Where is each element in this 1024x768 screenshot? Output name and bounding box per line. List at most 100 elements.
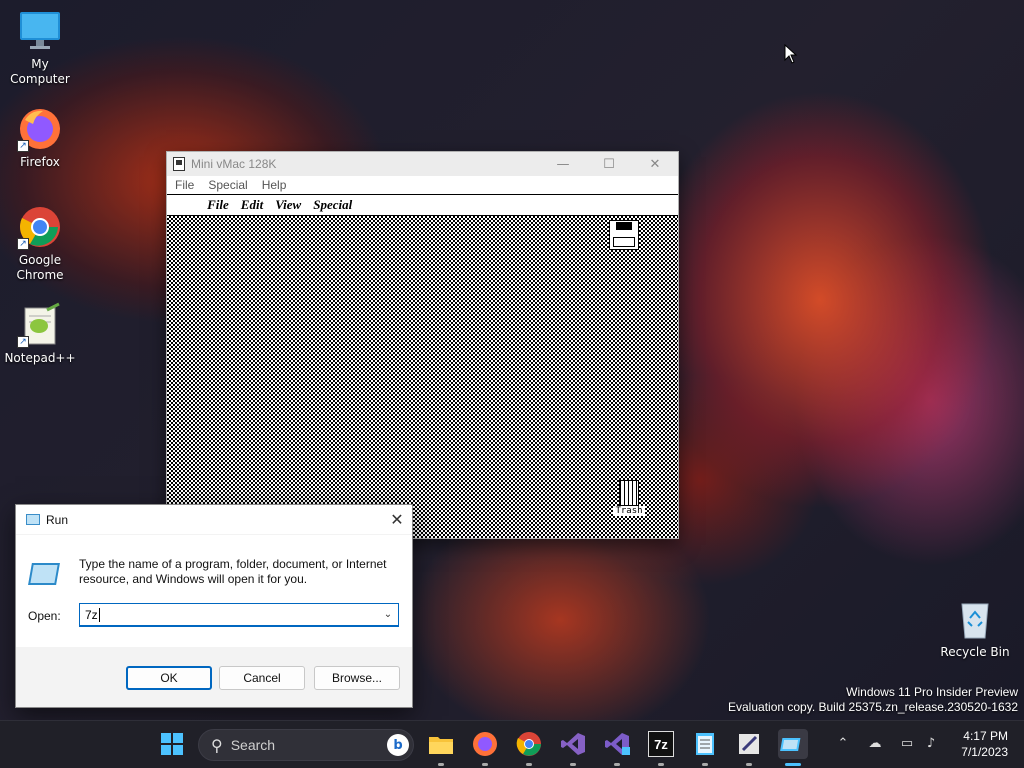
open-label: Open: xyxy=(28,609,61,623)
mac-menu-edit[interactable]: Edit xyxy=(241,197,263,213)
firefox-icon: ↗ xyxy=(17,106,63,152)
start-button[interactable] xyxy=(159,731,185,757)
mac-os-menubar:  File Edit View Special xyxy=(167,194,678,216)
visual-studio-icon xyxy=(605,733,630,755)
maximize-button[interactable]: ☐ xyxy=(586,152,632,176)
running-indicator xyxy=(614,763,620,766)
mini-vmac-menubar: File Special Help xyxy=(167,176,678,194)
mouse-cursor-icon xyxy=(784,43,798,68)
taskbar-firefox[interactable] xyxy=(472,731,498,757)
running-indicator xyxy=(658,763,664,766)
run-titlebar[interactable]: Run ✕ xyxy=(16,505,412,535)
visual-studio-icon xyxy=(561,733,585,755)
running-indicator xyxy=(526,763,532,766)
menu-file[interactable]: File xyxy=(175,178,194,192)
trash-icon[interactable]: Trash xyxy=(613,480,645,516)
taskbar-chrome[interactable] xyxy=(516,731,542,757)
notepad-icon xyxy=(696,733,714,755)
windows-logo-icon xyxy=(161,733,183,755)
search-icon: ⚲ xyxy=(211,735,223,755)
desktop-icon-firefox[interactable]: ↗ Firefox xyxy=(0,106,80,170)
close-button[interactable]: ✕ xyxy=(632,152,678,176)
bing-icon[interactable]: b xyxy=(387,734,409,756)
mini-vmac-window[interactable]: Mini vMac 128K — ☐ ✕ File Special Help … xyxy=(166,151,679,539)
mac-menu-view[interactable]: View xyxy=(275,197,301,213)
watermark-line-1: Windows 11 Pro Insider Preview xyxy=(846,685,1018,699)
desktop: My Computer ↗ Firefox ↗ Google Chrome ↗ … xyxy=(0,0,1024,720)
shortcut-arrow-icon: ↗ xyxy=(17,336,29,348)
floppy-disk-icon[interactable] xyxy=(609,220,639,262)
shortcut-arrow-icon: ↗ xyxy=(17,140,29,152)
desktop-icon-recycle-bin[interactable]: Recycle Bin xyxy=(935,596,1015,660)
volume-icon[interactable]: ♪ xyxy=(922,735,940,753)
clock-time: 4:17 PM xyxy=(963,729,1008,743)
desktop-icon-label: Notepad++ xyxy=(4,351,76,365)
mini-vmac-titlebar[interactable]: Mini vMac 128K — ☐ ✕ xyxy=(167,152,678,176)
taskbar-search-box[interactable]: ⚲ Search b xyxy=(198,729,414,761)
taskbar-file-explorer[interactable] xyxy=(428,731,454,757)
desktop-icon-label: Firefox xyxy=(20,155,60,169)
desktop-icon-notepadpp[interactable]: ↗ Notepad++ xyxy=(0,302,80,366)
run-program-icon xyxy=(28,563,60,585)
search-placeholder: Search xyxy=(230,737,276,753)
chrome-icon xyxy=(516,732,541,756)
open-combobox[interactable]: 7z ⌄ xyxy=(79,603,399,627)
taskbar-notepad[interactable] xyxy=(692,731,718,757)
text-caret xyxy=(98,607,100,622)
taskbar-clock[interactable]: 4:17 PM 7/1/2023 xyxy=(961,728,1008,760)
chevron-up-icon[interactable]: ⌃ xyxy=(834,735,852,753)
mini-vmac-app-icon xyxy=(173,157,185,171)
desktop-icon-label: Google Chrome xyxy=(16,253,64,282)
mac-desktop-screen[interactable]: Trash xyxy=(167,216,678,538)
running-indicator xyxy=(438,763,444,766)
shortcut-arrow-icon: ↗ xyxy=(17,238,29,250)
desktop-icon-my-computer[interactable]: My Computer xyxy=(0,8,80,87)
mac-menu-file[interactable]: File xyxy=(207,197,229,213)
pen-editor-icon xyxy=(739,734,759,754)
taskbar-editor[interactable] xyxy=(736,731,762,757)
firefox-icon xyxy=(473,732,497,756)
run-close-button[interactable]: ✕ xyxy=(382,505,412,535)
active-indicator xyxy=(785,763,801,766)
chevron-down-icon[interactable]: ⌄ xyxy=(378,609,398,620)
running-indicator xyxy=(570,763,576,766)
monitor-icon xyxy=(17,8,63,54)
running-indicator xyxy=(482,763,488,766)
run-title: Run xyxy=(46,512,69,527)
running-indicator xyxy=(702,763,708,766)
taskbar-visual-studio[interactable] xyxy=(560,731,586,757)
mac-menu-special[interactable]: Special xyxy=(313,197,352,213)
watermark-line-2: Evaluation copy. Build 25375.zn_release.… xyxy=(728,700,1018,714)
run-description: Type the name of a program, folder, docu… xyxy=(79,557,387,586)
windows-watermark: Windows 11 Pro Insider Preview Evaluatio… xyxy=(728,685,1018,715)
run-window-icon xyxy=(780,738,801,751)
browse-button[interactable]: Browse... xyxy=(314,666,400,690)
desktop-icon-chrome[interactable]: ↗ Google Chrome xyxy=(0,204,80,283)
run-dialog[interactable]: Run ✕ Type the name of a program, folder… xyxy=(15,504,413,708)
chrome-icon: ↗ xyxy=(17,204,63,250)
recycle-bin-icon xyxy=(952,596,998,642)
minimize-button[interactable]: — xyxy=(540,152,586,176)
run-body: Type the name of a program, folder, docu… xyxy=(16,535,412,647)
open-input-value[interactable]: 7z xyxy=(80,608,98,622)
taskbar-mini-vmac-active[interactable] xyxy=(778,729,808,759)
mini-vmac-title: Mini vMac 128K xyxy=(191,157,277,171)
apple-menu-icon[interactable]:  xyxy=(185,197,195,213)
taskbar-7zip[interactable]: 7z xyxy=(648,731,674,757)
cancel-button[interactable]: Cancel xyxy=(219,666,305,690)
notepadpp-icon: ↗ xyxy=(17,302,63,348)
menu-special[interactable]: Special xyxy=(208,178,247,192)
network-offline-icon[interactable]: ☁ xyxy=(866,735,884,753)
running-indicator xyxy=(746,763,752,766)
taskbar: ⚲ Search b 7z ⌃ ☁ ▭ ♪ 4:17 PM 7/1/2023 xyxy=(0,720,1024,768)
trash-label: Trash xyxy=(613,506,645,516)
clock-date: 7/1/2023 xyxy=(961,745,1008,759)
run-app-icon xyxy=(26,514,40,525)
taskbar-visual-studio-2[interactable] xyxy=(604,731,630,757)
desktop-icon-label: My Computer xyxy=(10,57,70,86)
menu-help[interactable]: Help xyxy=(262,178,287,192)
desktop-icon-label: Recycle Bin xyxy=(940,645,1010,659)
folder-icon xyxy=(429,737,453,754)
display-icon[interactable]: ▭ xyxy=(898,735,916,753)
ok-button[interactable]: OK xyxy=(126,666,212,690)
